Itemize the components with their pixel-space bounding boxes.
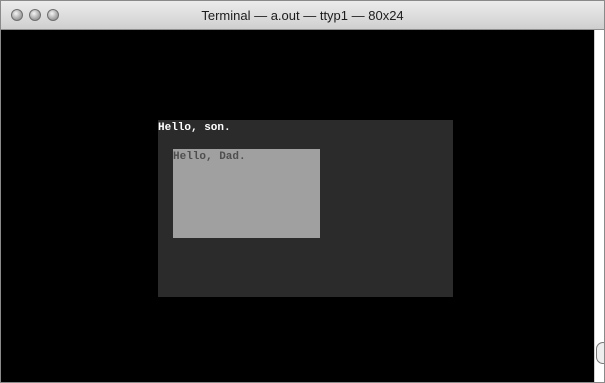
title-bar[interactable]: Terminal — a.out — ttyp1 — 80x24 — [1, 1, 604, 30]
curses-inner-window: Hello, Dad. — [173, 149, 320, 238]
window-title: Terminal — a.out — ttyp1 — 80x24 — [201, 8, 404, 23]
inner-window-text: Hello, Dad. — [173, 151, 246, 163]
scroll-thumb[interactable] — [596, 342, 604, 364]
curses-outer-window: Hello, son. Hello, Dad. — [158, 120, 453, 297]
terminal-window: Terminal — a.out — ttyp1 — 80x24 Hello, … — [0, 0, 605, 383]
terminal-screen[interactable]: Hello, son. Hello, Dad. — [9, 30, 594, 382]
outer-window-text: Hello, son. — [158, 122, 231, 134]
vertical-scrollbar[interactable] — [594, 30, 604, 382]
